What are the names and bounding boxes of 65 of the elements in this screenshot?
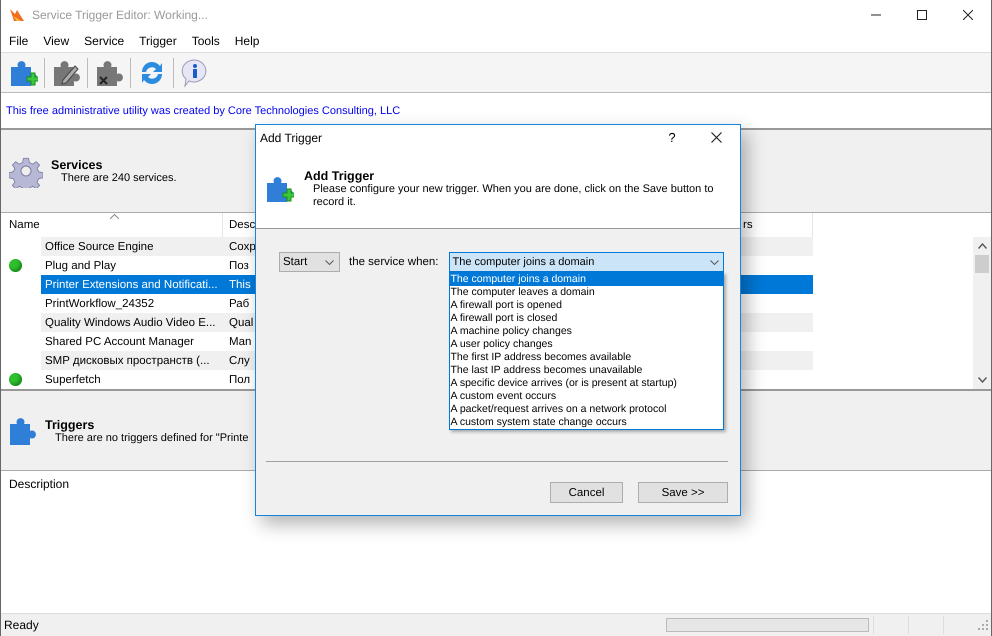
close-icon[interactable] bbox=[963, 10, 973, 20]
description-label: Description bbox=[9, 477, 70, 491]
description-cell: Qual bbox=[223, 313, 255, 332]
dropdown-option[interactable]: A firewall port is closed bbox=[450, 312, 722, 325]
service-name-cell[interactable]: Printer Extensions and Notificati... bbox=[41, 275, 223, 294]
dropdown-option[interactable]: The computer joins a domain bbox=[450, 273, 722, 286]
dropdown-option[interactable]: A specific device arrives (or is present at startup) bbox=[450, 377, 722, 390]
condition-label: the service when: bbox=[349, 255, 438, 270]
panel-subtitle: There are no triggers defined for "Printe bbox=[55, 432, 248, 444]
menu-item[interactable]: Service bbox=[84, 34, 124, 48]
panel-title: Triggers bbox=[45, 418, 96, 432]
dialog-title: Add Trigger bbox=[260, 130, 324, 144]
scroll-up-icon[interactable] bbox=[978, 243, 986, 249]
description-cell-text: Поз bbox=[228, 258, 250, 274]
menu-item[interactable]: File bbox=[9, 34, 28, 48]
service-name-cell[interactable]: PrintWorkflow_24352 bbox=[41, 294, 223, 313]
description-cell-text: Пол bbox=[228, 372, 252, 388]
chevron-down-icon bbox=[710, 260, 718, 264]
panel-subtitle: There are 240 services. bbox=[60, 172, 177, 184]
sort-caret-icon bbox=[110, 214, 119, 219]
add-puzzle-icon bbox=[264, 174, 294, 204]
puzzle-icon bbox=[9, 416, 37, 446]
dropdown-option[interactable]: A custom system state change occurs bbox=[450, 416, 722, 429]
menu-item[interactable]: Trigger bbox=[139, 34, 177, 48]
status-text: Ready bbox=[3, 618, 40, 632]
dropdown-option[interactable]: A machine policy changes bbox=[450, 325, 722, 338]
scroll-down-icon[interactable] bbox=[978, 377, 986, 383]
dropdown-option[interactable]: A firewall port is opened bbox=[450, 299, 722, 312]
service-name-cell[interactable]: Superfetch bbox=[41, 370, 223, 389]
description-cell-text: Раб bbox=[228, 296, 250, 312]
description-cell: Слу bbox=[223, 351, 255, 370]
dropdown-option[interactable]: A user policy changes bbox=[450, 338, 722, 351]
help-button[interactable]: ? bbox=[652, 126, 692, 150]
dropdown-option[interactable]: A custom event occurs bbox=[450, 390, 722, 403]
dropdown-option[interactable]: The first IP address becomes available bbox=[450, 351, 722, 364]
description-cell: This bbox=[223, 275, 255, 294]
service-name-cell[interactable]: Plug and Play bbox=[41, 256, 223, 275]
scroll-thumb[interactable] bbox=[975, 255, 989, 273]
service-name-cell[interactable]: Office Source Engine bbox=[41, 237, 223, 256]
credit-text: This free administrative utility was created by Core Technologies Consulting, LLC bbox=[6, 104, 400, 116]
cancel-button[interactable]: Cancel bbox=[550, 482, 623, 503]
description-cell-text: Man bbox=[228, 334, 252, 350]
condition-dropdown[interactable]: The computer joins a domain bbox=[448, 252, 724, 272]
service-name-cell[interactable]: Shared PC Account Manager bbox=[41, 332, 223, 351]
panel-title: Services bbox=[51, 158, 104, 172]
dropdown-option[interactable]: The computer leaves a domain bbox=[450, 286, 722, 299]
service-name-cell[interactable]: SMP дисковых пространств (... bbox=[41, 351, 223, 370]
scrollbar[interactable] bbox=[973, 237, 991, 389]
dropdown-option[interactable]: A packet/request arrives on a network protocol bbox=[450, 403, 722, 416]
menu-item[interactable]: Tools bbox=[192, 34, 220, 48]
window-title: Service Trigger Editor: Working... bbox=[32, 8, 208, 22]
app-logo-icon bbox=[9, 8, 25, 22]
resize-grip-icon[interactable] bbox=[978, 620, 988, 630]
dialog-instructions: Please configure your new trigger. When you are done, click on the Save button to record it. bbox=[312, 183, 715, 209]
menu-item[interactable]: View bbox=[43, 34, 70, 48]
close-icon bbox=[710, 132, 722, 143]
description-cell: Сохр bbox=[223, 237, 255, 256]
maximize-icon[interactable] bbox=[917, 10, 927, 20]
service-name-cell[interactable]: Quality Windows Audio Video E... bbox=[41, 313, 223, 332]
save-button[interactable]: Save >> bbox=[638, 482, 728, 503]
dialog-heading: Add Trigger bbox=[304, 169, 376, 183]
dropdown-option[interactable]: The last IP address becomes unavailable bbox=[450, 364, 722, 377]
chevron-down-icon bbox=[325, 260, 334, 264]
menu-item[interactable]: Help bbox=[234, 34, 260, 48]
action-dropdown[interactable]: Start bbox=[279, 252, 340, 272]
